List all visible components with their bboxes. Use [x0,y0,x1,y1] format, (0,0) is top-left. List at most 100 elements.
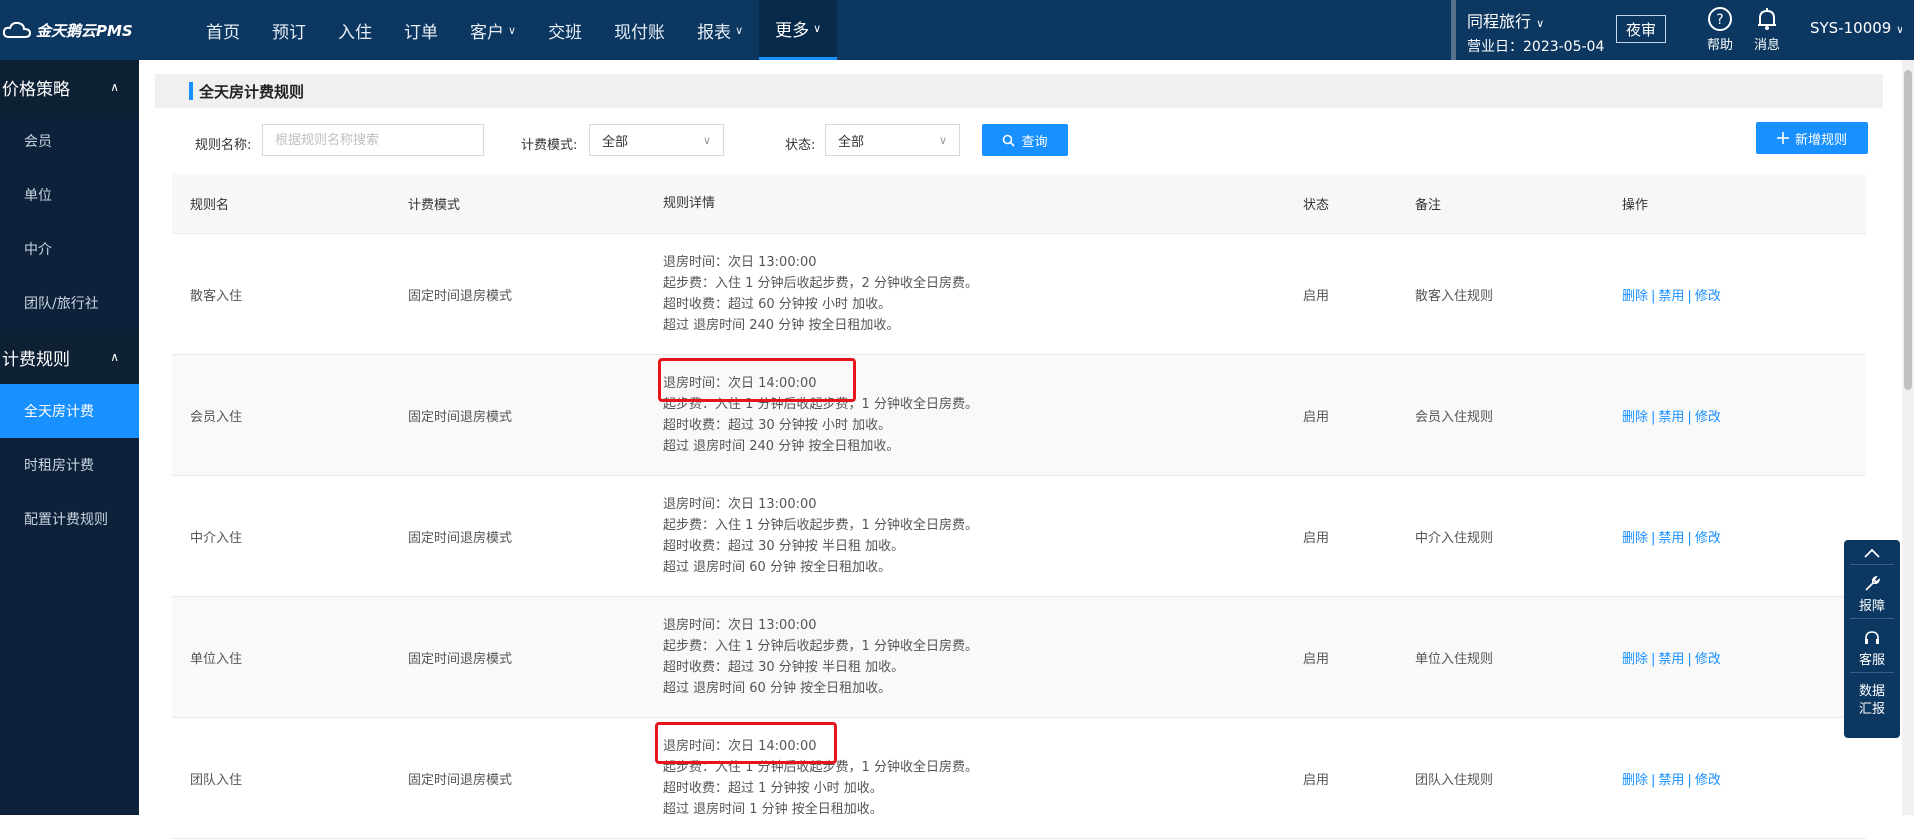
rule-detail-line: 超时收费：超过 30 分钟按 半日租 加收。 [663,660,905,675]
nav-item-5[interactable]: 交班 [532,0,598,60]
help-button[interactable]: ? 帮助 [1700,6,1740,53]
sidebar-item-0-1[interactable]: 单位 [0,168,139,222]
delete-link[interactable]: 删除 [1622,652,1648,667]
rule-detail-line: 超时收费：超过 30 分钟按 半日租 加收。 [663,539,905,554]
disable-link[interactable]: 禁用 [1658,773,1684,788]
data-report-label-1: 数据 [1858,684,1885,699]
rule-detail-cell: 退房时间：次日 13:00:00 起步费：入住 1 分钟后收起步费，1 分钟收全日… [663,494,1303,578]
sidebar-item-1-1[interactable]: 时租房计费 [0,438,139,492]
status-select[interactable]: 全部 ∨ [825,124,960,156]
sidebar-group-title: 价格策略 [2,79,70,100]
rule-detail-line: 退房时间：次日 13:00:00 [663,255,817,270]
nav-item-7[interactable]: 报表 ∨ [681,0,759,60]
user-menu[interactable]: SYS-10009 ∨ [1810,19,1904,37]
nav-item-4[interactable]: 客户 ∨ [454,0,532,60]
data-report-button[interactable]: 数据 汇报 [1844,677,1900,719]
nav-item-2[interactable]: 入住 [322,0,388,60]
rule-detail-line: 超过 退房时间 1 分钟 按全日租加收。 [663,802,883,817]
edit-link[interactable]: 修改 [1695,652,1721,667]
customer-service-button[interactable]: 客服 [1844,623,1900,668]
sidebar-group-1[interactable]: 计费规则 ∧ [0,330,139,384]
disable-link[interactable]: 禁用 [1658,410,1684,425]
nav-item-label: 首页 [206,22,240,43]
search-button[interactable]: 查询 [982,124,1068,156]
nav-item-0[interactable]: 首页 [190,0,256,60]
mode-cell: 固定时间退房模式 [408,530,513,546]
panel-divider [1850,564,1894,565]
mode-cell: 固定时间退房模式 [408,288,513,304]
report-issue-label: 报障 [1858,599,1885,614]
sidebar-group-0[interactable]: 价格策略 ∧ [0,60,139,114]
rule-detail-line: 超过 退房时间 60 分钟 按全日租加收。 [663,681,892,696]
mode-select-value: 全部 [602,134,629,150]
link-separator: | [1687,530,1692,546]
messages-button[interactable]: 消息 [1747,6,1787,53]
rule-detail-line: 超过 退房时间 240 分钟 按全日租加收。 [663,439,900,454]
disable-link[interactable]: 禁用 [1658,289,1684,304]
nav-item-8[interactable]: 更多 ∨ [759,0,838,60]
edit-link[interactable]: 修改 [1695,773,1721,788]
back-to-top-button[interactable] [1844,540,1900,560]
status-select-value: 全部 [838,134,865,150]
link-separator: | [1687,409,1692,425]
chevron-up-icon: ∧ [110,350,119,364]
edit-link[interactable]: 修改 [1695,289,1721,304]
wrench-icon [1865,575,1881,591]
rule-name-cell: 会员入住 [190,409,243,425]
search-button-label: 查询 [1021,134,1048,150]
help-label: 帮助 [1706,38,1733,53]
column-header: 备注 [1415,198,1442,213]
table-row: 会员入住 固定时间退房模式 退房时间：次日 14:00:00 起步费：入住 1 分钟后… [172,355,1866,476]
add-rule-button[interactable]: 新增规则 [1756,122,1868,154]
brand-name: 金天鹅云PMS [36,21,133,40]
table-header: 规则名 计费模式 规则详情 状态 备注 操作 [172,174,1866,234]
sidebar-item-1-0[interactable]: 全天房计费 [0,384,139,438]
rule-name-cell: 单位入住 [190,651,243,667]
svg-text:?: ? [1716,12,1723,28]
chevron-down-icon: ∨ [938,133,947,147]
note-cell: 散客入住规则 [1415,288,1494,304]
delete-link[interactable]: 删除 [1622,531,1648,546]
chevron-down-icon: ∨ [735,23,744,37]
column-header: 规则详情 [663,196,716,211]
nav-item-6[interactable]: 现付账 [598,0,681,60]
status-cell: 启用 [1303,530,1330,546]
scrollbar-thumb[interactable] [1904,70,1912,390]
hotel-selector[interactable]: 同程旅行 ∨ 营业日：2023-05-04 [1467,8,1604,56]
page-header: 全天房计费规则 [155,74,1883,108]
night-audit-button[interactable]: 夜审 [1616,15,1666,43]
brand-logo[interactable]: 金天鹅云PMS [0,0,142,60]
rule-detail-line: 退房时间：次日 13:00:00 [663,618,817,633]
rule-name-input[interactable] [262,124,484,156]
disable-link[interactable]: 禁用 [1658,652,1684,667]
panel-divider [1850,618,1894,619]
cloud-logo-icon [2,21,32,38]
note-cell: 会员入住规则 [1415,409,1494,425]
nav-item-label: 更多 [775,21,810,41]
operations-cell: 删除 | 禁用 | 修改 [1622,406,1822,425]
mode-select[interactable]: 全部 ∨ [589,124,724,156]
sidebar-item-0-3[interactable]: 团队/旅行社 [0,276,139,330]
sidebar-item-0-0[interactable]: 会员 [0,114,139,168]
chevron-down-icon: ∨ [1536,17,1545,30]
chevron-down-icon: ∨ [508,23,517,37]
link-separator: | [1651,772,1656,788]
floating-tool-panel: 报障 客服 数据 汇报 [1844,540,1900,738]
delete-link[interactable]: 删除 [1622,773,1648,788]
sidebar-item-0-2[interactable]: 中介 [0,222,139,276]
link-separator: | [1687,288,1692,304]
delete-link[interactable]: 删除 [1622,410,1648,425]
disable-link[interactable]: 禁用 [1658,531,1684,546]
edit-link[interactable]: 修改 [1695,410,1721,425]
delete-link[interactable]: 删除 [1622,289,1648,304]
nav-item-3[interactable]: 订单 [388,0,454,60]
business-date: 营业日：2023-05-04 [1467,39,1605,55]
table-body: 散客入住 固定时间退房模式 退房时间：次日 13:00:00 起步费：入住 1 分钟后… [172,234,1866,839]
bell-icon [1758,8,1776,30]
table-row: 散客入住 固定时间退房模式 退房时间：次日 13:00:00 起步费：入住 1 分钟后… [172,234,1866,355]
table-row: 单位入住 固定时间退房模式 退房时间：次日 13:00:00 起步费：入住 1 分钟后… [172,597,1866,718]
sidebar-item-1-2[interactable]: 配置计费规则 [0,492,139,546]
edit-link[interactable]: 修改 [1695,531,1721,546]
report-issue-button[interactable]: 报障 [1844,569,1900,614]
nav-item-1[interactable]: 预订 [256,0,322,60]
